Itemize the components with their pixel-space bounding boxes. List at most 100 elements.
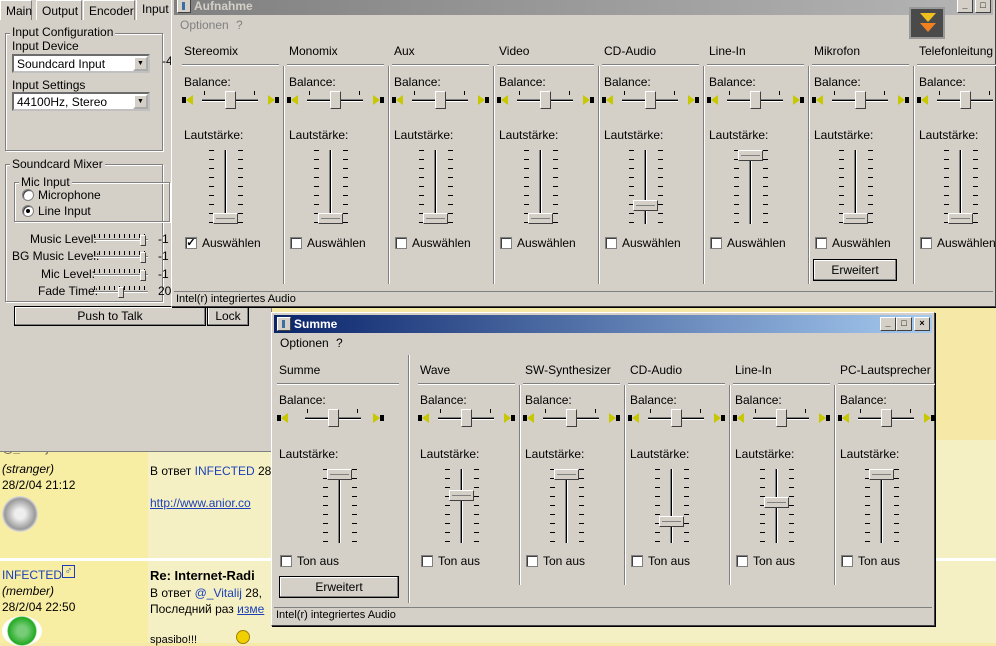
balance-thumb[interactable] [435, 91, 446, 109]
balance-thumb[interactable] [566, 409, 577, 427]
volume-thumb[interactable] [554, 469, 579, 480]
select-checkbox[interactable] [920, 237, 932, 249]
volume-slider[interactable] [839, 150, 873, 224]
radio-line-input[interactable] [22, 205, 34, 217]
volume-thumb[interactable] [528, 213, 553, 224]
mute-checkbox-label[interactable]: Ton aus [438, 554, 480, 568]
slider-thumb[interactable] [140, 270, 146, 281]
minimize-icon[interactable]: _ [957, 0, 973, 13]
radio-line-input-label[interactable]: Line Input [38, 204, 91, 218]
slider-thumb[interactable] [118, 287, 124, 298]
select-checkbox-label[interactable]: Auswählen [832, 236, 891, 250]
select-checkbox[interactable]: ✓ [185, 237, 197, 249]
volume-slider[interactable] [550, 469, 584, 543]
balance-thumb[interactable] [960, 91, 971, 109]
menu-help[interactable]: ? [236, 18, 243, 32]
volume-thumb[interactable] [633, 200, 658, 211]
balance-slider[interactable] [727, 91, 783, 109]
post1-link[interactable]: http://www.anior.co [150, 496, 251, 510]
volume-slider[interactable] [419, 150, 453, 224]
balance-slider[interactable] [412, 91, 468, 109]
chevron-down-icon[interactable]: ▼ [133, 94, 148, 109]
balance-slider[interactable] [517, 91, 573, 109]
balance-thumb[interactable] [855, 91, 866, 109]
balance-thumb[interactable] [881, 409, 892, 427]
mute-checkbox[interactable] [841, 555, 853, 567]
chevron-down-icon[interactable]: ▼ [133, 56, 148, 71]
volume-slider[interactable] [314, 150, 348, 224]
select-checkbox[interactable] [815, 237, 827, 249]
select-checkbox-label[interactable]: Auswählen [937, 236, 996, 250]
balance-thumb[interactable] [330, 91, 341, 109]
select-checkbox[interactable] [395, 237, 407, 249]
tab-input[interactable]: Input [136, 0, 172, 20]
select-checkbox[interactable] [605, 237, 617, 249]
level-slider[interactable] [94, 234, 148, 246]
volume-slider[interactable] [734, 150, 768, 224]
volume-thumb[interactable] [948, 213, 973, 224]
mute-checkbox-label[interactable]: Ton aus [648, 554, 690, 568]
mute-checkbox-label[interactable]: Ton aus [753, 554, 795, 568]
balance-thumb[interactable] [328, 409, 339, 427]
volume-slider[interactable] [524, 150, 558, 224]
input-settings-select[interactable]: 44100Hz, Stereo ▼ [12, 92, 150, 111]
minimize-icon[interactable]: _ [880, 317, 896, 331]
select-checkbox[interactable] [290, 237, 302, 249]
mute-checkbox-label[interactable]: Ton aus [858, 554, 900, 568]
radio-microphone[interactable] [22, 189, 34, 201]
post2-user[interactable]: INFECTED [2, 568, 62, 582]
mute-checkbox[interactable] [421, 555, 433, 567]
volume-slider[interactable] [629, 150, 663, 224]
maximize-icon[interactable]: □ [896, 317, 912, 331]
select-checkbox-label[interactable]: Auswählen [727, 236, 786, 250]
volume-slider[interactable] [865, 469, 899, 543]
balance-slider[interactable] [937, 91, 993, 109]
radio-microphone-label[interactable]: Microphone [38, 188, 101, 202]
volume-thumb[interactable] [213, 213, 238, 224]
balance-thumb[interactable] [750, 91, 761, 109]
balance-slider[interactable] [438, 409, 494, 427]
balance-slider[interactable] [648, 409, 704, 427]
balance-slider[interactable] [543, 409, 599, 427]
push-to-talk-button[interactable]: Push to Talk [14, 306, 206, 326]
menu-optionen[interactable]: Optionen [180, 18, 229, 32]
lock-button[interactable]: Lock [207, 306, 249, 326]
close-icon[interactable]: □ [975, 0, 991, 13]
balance-slider[interactable] [202, 91, 258, 109]
mute-checkbox[interactable] [736, 555, 748, 567]
balance-thumb[interactable] [461, 409, 472, 427]
balance-thumb[interactable] [776, 409, 787, 427]
mute-checkbox[interactable] [631, 555, 643, 567]
volume-thumb[interactable] [449, 490, 474, 501]
select-checkbox-label[interactable]: Auswählen [307, 236, 366, 250]
volume-thumb[interactable] [659, 516, 684, 527]
balance-slider[interactable] [832, 91, 888, 109]
mute-checkbox[interactable] [526, 555, 538, 567]
balance-slider[interactable] [753, 409, 809, 427]
volume-thumb[interactable] [327, 469, 352, 480]
volume-slider[interactable] [655, 469, 689, 543]
balance-thumb[interactable] [225, 91, 236, 109]
balance-thumb[interactable] [671, 409, 682, 427]
volume-thumb[interactable] [318, 213, 343, 224]
select-checkbox-label[interactable]: Auswählen [202, 236, 261, 250]
tab-output[interactable]: Output [36, 0, 82, 20]
balance-slider[interactable] [622, 91, 678, 109]
menu-optionen[interactable]: Optionen [280, 336, 329, 350]
volume-thumb[interactable] [423, 213, 448, 224]
volume-slider[interactable] [944, 150, 978, 224]
select-checkbox[interactable] [500, 237, 512, 249]
select-checkbox-label[interactable]: Auswählen [517, 236, 576, 250]
balance-slider[interactable] [305, 409, 361, 427]
slider-thumb[interactable] [140, 252, 146, 263]
aufnahme-titlebar[interactable]: Aufnahme □ _ [174, 0, 993, 15]
volume-thumb[interactable] [738, 150, 763, 161]
mute-checkbox[interactable] [280, 555, 292, 567]
mute-checkbox-label[interactable]: Ton aus [297, 554, 339, 568]
volume-slider[interactable] [209, 150, 243, 224]
mute-checkbox-label[interactable]: Ton aus [543, 554, 585, 568]
select-checkbox-label[interactable]: Auswählen [412, 236, 471, 250]
tab-encoder[interactable]: Encoder [83, 0, 135, 20]
summe-titlebar[interactable]: Summe × □ _ [274, 315, 932, 333]
balance-thumb[interactable] [540, 91, 551, 109]
